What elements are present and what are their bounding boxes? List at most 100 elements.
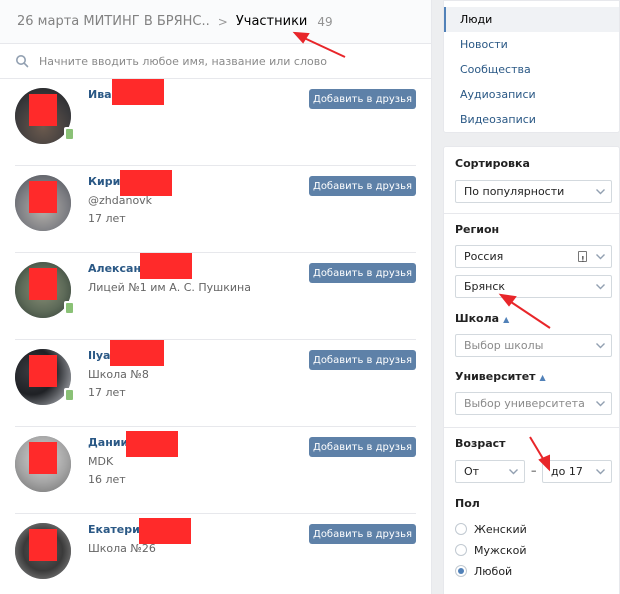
page-title: Участники <box>235 14 308 29</box>
list-item: Даниил MDK 16 лет Добавить в друзья <box>15 427 416 514</box>
redaction-box <box>29 442 57 474</box>
triangle-up-icon: ▲ <box>539 372 546 382</box>
age-from-select[interactable]: От <box>455 460 525 483</box>
sort-select[interactable]: По популярности <box>455 180 612 203</box>
radio-button-selected[interactable] <box>455 565 467 577</box>
list-item: Иван Добавить в друзья <box>15 79 416 166</box>
mobile-online-icon <box>64 388 75 402</box>
age-separator: – <box>531 464 537 477</box>
redaction-box <box>140 253 192 279</box>
chevron-down-icon <box>596 189 605 195</box>
chevron-down-icon <box>596 254 605 260</box>
country-select[interactable]: Россия <box>455 245 612 270</box>
search-input[interactable] <box>39 54 419 68</box>
person-school: Школа №8 <box>88 368 149 381</box>
country-select-value: Россия <box>464 250 504 263</box>
person-age: 17 лет <box>88 386 126 399</box>
university-select-placeholder: Выбор университета <box>464 397 585 410</box>
school-label[interactable]: Школа ▲ <box>455 312 509 325</box>
city-select[interactable]: Брянск <box>455 275 612 298</box>
redaction-box <box>139 518 191 544</box>
mobile-online-icon <box>64 127 75 141</box>
age-from-value: От <box>464 465 480 478</box>
mobile-online-icon <box>64 301 75 315</box>
redaction-box <box>29 181 57 213</box>
breadcrumb-group-link[interactable]: 26 марта МИТИНГ В БРЯНС.. <box>17 14 210 29</box>
region-label: Регион <box>455 223 500 236</box>
breadcrumb: 26 марта МИТИНГ В БРЯНС.. > Участники 49 <box>0 0 431 44</box>
radio-button[interactable] <box>455 523 467 535</box>
redaction-box <box>120 170 172 196</box>
menu-item-news[interactable]: Новости <box>444 32 619 57</box>
right-column: Люди Новости Сообщества Аудиозаписи Виде… <box>443 0 620 594</box>
triangle-up-icon: ▲ <box>503 314 510 324</box>
list-item: Екатерина Школа №26 Добавить в друзья <box>15 514 416 594</box>
university-label-text: Университет <box>455 370 536 383</box>
redaction-box <box>110 340 164 366</box>
chevron-down-icon <box>596 343 605 349</box>
main-column: 26 марта МИТИНГ В БРЯНС.. > Участники 49… <box>0 0 432 594</box>
avatar[interactable] <box>15 175 71 231</box>
school-label-text: Школа <box>455 312 500 325</box>
avatar[interactable] <box>15 88 71 144</box>
university-label[interactable]: Университет ▲ <box>455 370 546 383</box>
gender-option-female[interactable]: Женский <box>455 521 527 537</box>
info-icon <box>578 249 587 270</box>
age-to-value: до 17 <box>551 465 583 478</box>
gender-label: Пол <box>455 497 480 510</box>
redaction-box <box>29 355 57 387</box>
sort-select-value: По популярности <box>464 185 565 198</box>
school-select[interactable]: Выбор школы <box>455 334 612 357</box>
avatar[interactable] <box>15 262 71 318</box>
radio-label: Любой <box>474 564 513 578</box>
divider <box>444 427 619 428</box>
redaction-box <box>29 529 57 561</box>
school-select-placeholder: Выбор школы <box>464 339 544 352</box>
radio-button[interactable] <box>455 544 467 556</box>
add-friend-button[interactable]: Добавить в друзья <box>309 89 416 109</box>
search-bar <box>0 44 431 79</box>
menu-item-people[interactable]: Люди <box>444 7 619 32</box>
avatar[interactable] <box>15 436 71 492</box>
radio-label: Мужской <box>474 543 527 557</box>
search-section-menu: Люди Новости Сообщества Аудиозаписи Виде… <box>443 0 620 133</box>
gender-option-any[interactable]: Любой <box>455 563 512 579</box>
age-label: Возраст <box>455 437 506 450</box>
menu-item-communities[interactable]: Сообщества <box>444 57 619 82</box>
search-icon <box>16 55 29 68</box>
breadcrumb-separator: > <box>217 14 228 29</box>
sort-label: Сортировка <box>455 157 530 170</box>
avatar[interactable] <box>15 349 71 405</box>
gender-option-male[interactable]: Мужской <box>455 542 526 558</box>
university-select[interactable]: Выбор университета <box>455 392 612 415</box>
add-friend-button[interactable]: Добавить в друзья <box>309 350 416 370</box>
person-age: 17 лет <box>88 212 126 225</box>
person-age: 16 лет <box>88 473 126 486</box>
list-item: Ilya E Школа №8 17 лет Добавить в друзья <box>15 340 416 427</box>
chevron-down-icon <box>596 469 605 475</box>
add-friend-button[interactable]: Добавить в друзья <box>309 263 416 283</box>
people-list: Иван Добавить в друзья Кирилл @zhdanovk … <box>0 79 431 594</box>
list-item: Александр Лицей №1 им А. С. Пушкина Доба… <box>15 253 416 340</box>
menu-item-audio[interactable]: Аудиозаписи <box>444 82 619 107</box>
list-item: Кирилл @zhdanovk 17 лет Добавить в друзь… <box>15 166 416 253</box>
redaction-box <box>126 431 178 457</box>
add-friend-button[interactable]: Добавить в друзья <box>309 437 416 457</box>
add-friend-button[interactable]: Добавить в друзья <box>309 524 416 544</box>
members-count: 49 <box>317 14 333 29</box>
divider <box>444 213 619 214</box>
chevron-down-icon <box>596 284 605 290</box>
redaction-box <box>29 94 57 126</box>
person-school: Лицей №1 им А. С. Пушкина <box>88 281 251 294</box>
chevron-down-icon <box>596 401 605 407</box>
chevron-down-icon <box>509 469 518 475</box>
menu-item-video[interactable]: Видеозаписи <box>444 107 619 132</box>
avatar[interactable] <box>15 523 71 579</box>
redaction-box <box>29 268 57 300</box>
filters-panel: Сортировка По популярности Регион Россия… <box>443 146 620 594</box>
redaction-box <box>112 79 164 105</box>
age-to-select[interactable]: до 17 <box>542 460 612 483</box>
radio-label: Женский <box>474 522 527 536</box>
city-select-value: Брянск <box>464 280 506 293</box>
add-friend-button[interactable]: Добавить в друзья <box>309 176 416 196</box>
